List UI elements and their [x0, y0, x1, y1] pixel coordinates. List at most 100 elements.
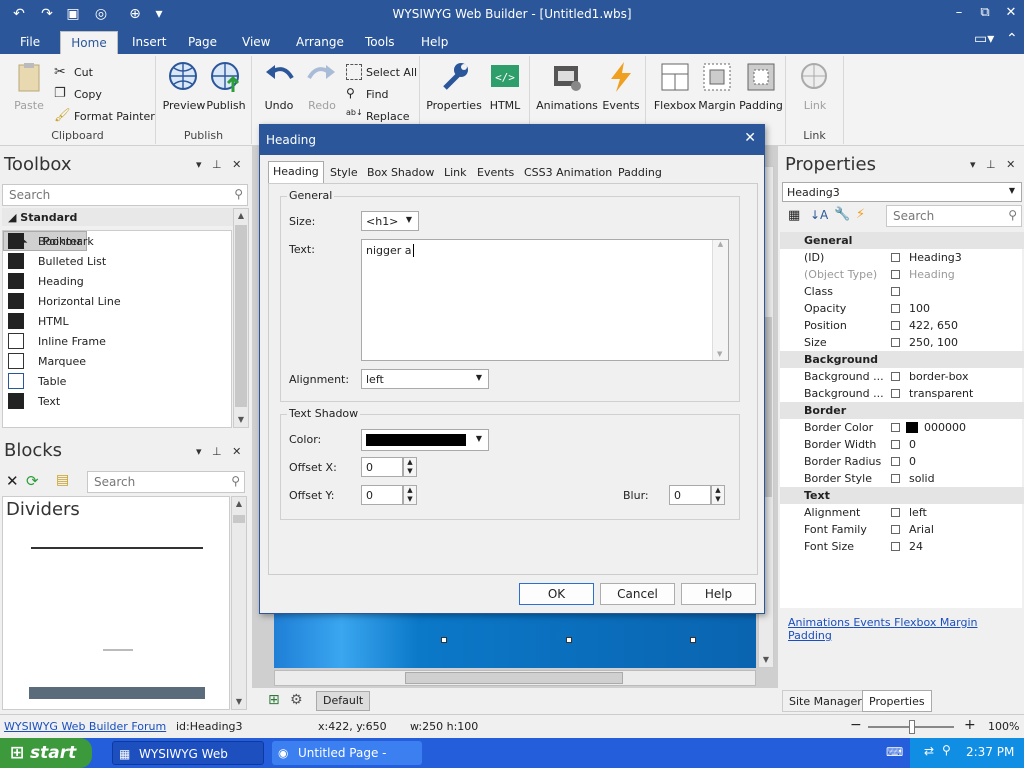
zoom-in-icon[interactable]: + — [964, 717, 976, 733]
tab-help[interactable]: Help — [413, 31, 456, 54]
link-margin[interactable]: Margin — [940, 616, 978, 629]
scroll-down-icon[interactable]: ▼ — [234, 413, 248, 427]
property-row[interactable]: Position 422, 650 — [780, 317, 1024, 334]
tab-style[interactable]: Style — [326, 163, 362, 183]
property-edit-icon[interactable] — [891, 287, 900, 296]
property-row[interactable]: Border Color 000000 — [780, 419, 1024, 436]
tab-padding[interactable]: Padding — [614, 163, 666, 183]
help-button[interactable]: Help — [681, 583, 756, 605]
property-edit-icon[interactable] — [891, 423, 900, 432]
property-row[interactable]: Background ... border-box — [780, 368, 1024, 385]
restore-button[interactable]: ⧉ — [972, 3, 998, 23]
forum-link[interactable]: WYSIWYG Web Builder Forum — [4, 720, 166, 733]
tab-link[interactable]: Link — [440, 163, 471, 183]
property-row[interactable]: Border Style solid — [780, 470, 1024, 487]
zoom-out-icon[interactable]: − — [850, 717, 862, 733]
toolbox-item-table[interactable]: Table — [3, 371, 231, 391]
toolbox-category[interactable]: ◢ Standard — [2, 208, 234, 226]
paste-button[interactable]: Paste — [4, 60, 54, 112]
property-category[interactable]: Background — [780, 351, 1024, 368]
lightning-icon[interactable]: ⚡ — [856, 207, 865, 222]
scroll-down-icon[interactable]: ▼ — [759, 653, 773, 667]
workspace-hscrollbar[interactable] — [274, 670, 756, 686]
keyboard-icon[interactable]: ⌨ — [886, 745, 903, 759]
property-row[interactable]: Font Size 24 — [780, 538, 1024, 555]
property-edit-icon[interactable] — [891, 389, 900, 398]
property-edit-icon[interactable] — [891, 304, 900, 313]
spinner-icon[interactable]: ▲ ▼ — [403, 485, 417, 505]
toolbox-item-inline-frame[interactable]: Inline Frame — [3, 331, 231, 351]
blur-input[interactable]: 0 ▲ ▼ — [669, 485, 725, 505]
scroll-thumb[interactable] — [405, 672, 623, 684]
properties-button[interactable]: Properties — [426, 60, 482, 112]
object-selector[interactable]: Heading3 ▼ — [782, 182, 1022, 202]
scroll-thumb[interactable] — [235, 225, 247, 407]
property-category[interactable]: Border — [780, 402, 1024, 419]
toolbox-search-input[interactable]: Search ⚲ — [2, 184, 248, 206]
shadow-color-picker[interactable]: ▼ — [361, 429, 489, 451]
property-edit-icon[interactable] — [891, 338, 900, 347]
page-settings-icon[interactable]: ⚙ — [290, 692, 303, 708]
property-category[interactable]: Text — [780, 487, 1024, 504]
page-banner[interactable] — [274, 612, 756, 668]
property-edit-icon[interactable] — [891, 508, 900, 517]
property-edit-icon[interactable] — [891, 525, 900, 534]
categorized-icon[interactable]: ▦ — [788, 208, 800, 223]
blocks-panel-controls[interactable]: ▾ ⊥ ✕ — [196, 445, 241, 458]
tab-file[interactable]: File — [12, 31, 48, 54]
minimize-button[interactable]: – — [946, 3, 972, 23]
divider-preview-bar[interactable] — [29, 687, 205, 699]
tab-heading[interactable]: Heading — [268, 161, 324, 183]
sort-az-icon[interactable]: ↓A — [810, 208, 828, 222]
copy-button[interactable]: ❐ Copy — [54, 84, 102, 104]
blocks-search-input[interactable]: Search ⚲ — [87, 471, 245, 493]
tab-properties[interactable]: Properties — [862, 690, 932, 712]
dialog-close-button[interactable]: ✕ — [744, 130, 756, 146]
ok-button[interactable]: OK — [519, 583, 594, 605]
blocks-scrollbar[interactable]: ▲ ▼ — [231, 496, 247, 710]
select-all-button[interactable]: Select All — [346, 62, 417, 82]
link-padding[interactable]: Padding — [788, 629, 832, 642]
tab-css3-animation[interactable]: CSS3 Animation — [520, 163, 616, 183]
tab-events[interactable]: Events — [473, 163, 518, 183]
property-row[interactable]: Background ... transparent — [780, 385, 1024, 402]
scroll-up-icon[interactable]: ▲ — [232, 497, 246, 511]
redo-button[interactable]: Redo — [297, 60, 347, 112]
network-icon[interactable]: ⇄ — [924, 744, 934, 758]
search-tray-icon[interactable]: ⚲ — [942, 743, 951, 757]
scroll-down-icon[interactable]: ▼ — [232, 695, 246, 709]
tab-arrange[interactable]: Arrange — [288, 31, 352, 54]
properties-panel-controls[interactable]: ▾ ⊥ ✕ — [970, 158, 1015, 171]
tab-box-shadow[interactable]: Box Shadow — [363, 163, 438, 183]
property-row[interactable]: Size 250, 100 — [780, 334, 1024, 351]
add-page-icon[interactable]: ⊞ — [268, 692, 280, 708]
selection-handle[interactable] — [441, 637, 447, 643]
publish-button[interactable]: Publish — [201, 60, 251, 112]
toolbox-scrollbar[interactable]: ▲ ▼ — [233, 208, 249, 428]
folder-icon[interactable]: ▤ — [56, 472, 69, 488]
link-button[interactable]: Link — [790, 60, 840, 112]
properties-search-input[interactable]: Search ⚲ — [886, 205, 1022, 227]
find-button[interactable]: ⚲ Find — [346, 84, 389, 104]
property-edit-icon[interactable] — [891, 457, 900, 466]
property-edit-icon[interactable] — [891, 542, 900, 551]
tab-site-manager[interactable]: Site Manager — [782, 690, 869, 712]
property-edit-icon[interactable] — [891, 440, 900, 449]
property-edit-icon[interactable] — [891, 372, 900, 381]
toolbox-item-heading[interactable]: Heading — [3, 271, 231, 291]
start-button[interactable]: ⊞ start — [0, 738, 92, 768]
link-animations[interactable]: Animations — [788, 616, 850, 629]
offset-x-input[interactable]: 0 ▲ ▼ — [361, 457, 417, 477]
text-scrollbar[interactable]: ▲ ▼ — [712, 240, 728, 360]
clock[interactable]: 2:37 PM — [966, 745, 1014, 759]
property-row[interactable]: Opacity 100 — [780, 300, 1024, 317]
padding-button[interactable]: Padding — [736, 60, 786, 112]
events-button[interactable]: Events — [596, 60, 646, 112]
zoom-slider[interactable] — [868, 720, 954, 734]
scroll-thumb[interactable] — [233, 515, 245, 523]
toolbox-panel-controls[interactable]: ▾ ⊥ ✕ — [196, 158, 241, 171]
spinner-icon[interactable]: ▲ ▼ — [403, 457, 417, 477]
alignment-select[interactable]: left ▼ — [361, 369, 489, 389]
link-flexbox[interactable]: Flexbox — [894, 616, 936, 629]
divider-preview-text[interactable] — [103, 649, 133, 651]
